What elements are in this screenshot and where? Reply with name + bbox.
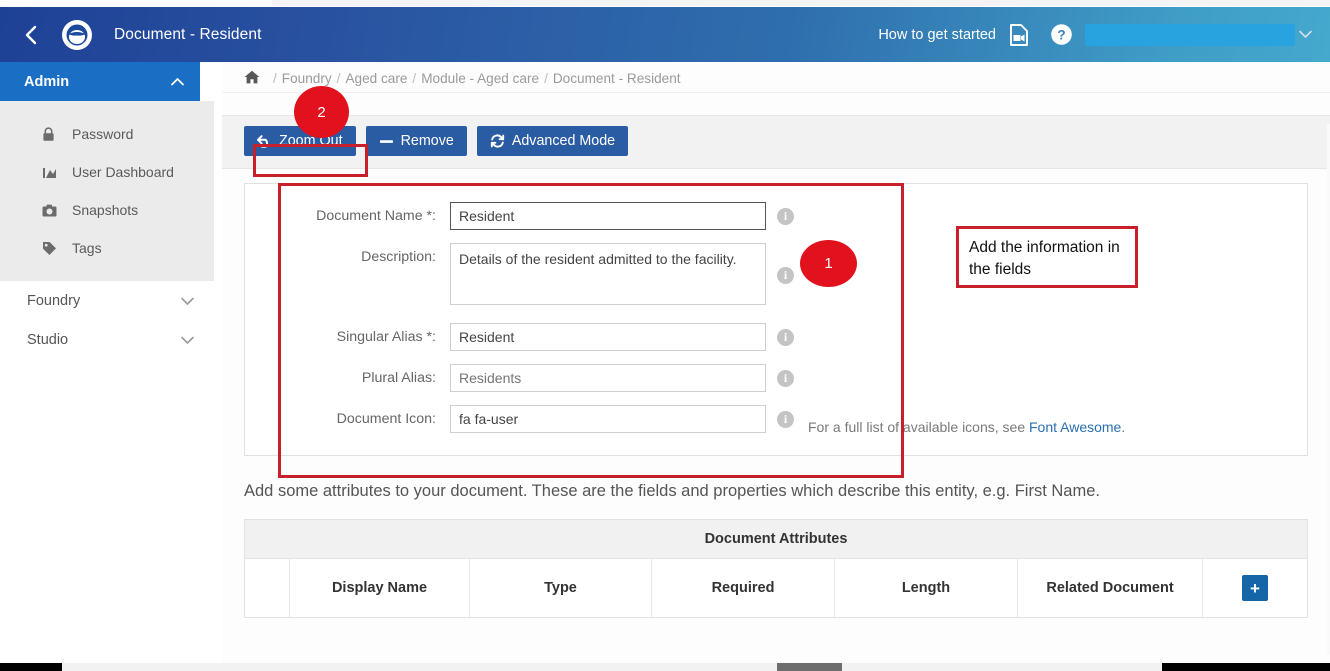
sidebar-group-foundry[interactable]: Foundry xyxy=(0,281,214,320)
main-content: / Foundry / Aged care / Module - Aged ca… xyxy=(222,62,1330,663)
add-attribute-cell: + xyxy=(1203,559,1307,617)
how-to-get-started-link[interactable]: How to get started xyxy=(878,27,996,43)
annotation-callout-add-information: Add the information in the fields xyxy=(956,226,1138,288)
advanced-mode-button[interactable]: Advanced Mode xyxy=(476,126,629,156)
sidebar-group-studio[interactable]: Studio xyxy=(0,320,214,359)
page-title: Document - Resident xyxy=(114,25,262,43)
plus-icon[interactable]: + xyxy=(1242,575,1268,601)
document-attributes-table: Document Attributes Display Name Type Re… xyxy=(244,519,1308,618)
table-header-row: Display Name Type Required Length Relate… xyxy=(245,559,1307,617)
camera-icon xyxy=(42,204,72,217)
column-related-document: Related Document xyxy=(1018,559,1203,617)
description-label: Description: xyxy=(361,249,436,265)
field-row-document-icon: Document Icon: i For a full list of avai… xyxy=(245,405,1307,435)
remove-button-label: Remove xyxy=(400,133,454,149)
singular-alias-label: Singular Alias *: xyxy=(336,329,436,345)
sidebar-item-tags-label: Tags xyxy=(72,240,102,256)
font-awesome-note-suffix: . xyxy=(1121,419,1126,435)
sidebar-item-password[interactable]: Password xyxy=(0,115,214,153)
home-icon[interactable] xyxy=(244,70,260,87)
field-row-singular-alias: Singular Alias *: i xyxy=(245,323,1307,351)
attributes-description: Add some attributes to your document. Th… xyxy=(244,482,1100,500)
field-row-document-name: Document Name *: i xyxy=(245,202,1307,230)
minus-icon xyxy=(379,135,394,148)
svg-text:?: ? xyxy=(1057,27,1065,42)
plural-alias-input[interactable] xyxy=(450,364,766,392)
column-length: Length xyxy=(835,559,1018,617)
document-attributes-title: Document Attributes xyxy=(245,520,1307,559)
font-awesome-note: For a full list of available icons, see … xyxy=(808,419,1125,435)
description-textarea[interactable] xyxy=(450,243,766,305)
info-circle-icon[interactable]: i xyxy=(777,267,794,284)
field-row-plural-alias: Plural Alias: i xyxy=(245,364,1307,392)
sidebar-group-studio-label: Studio xyxy=(27,331,69,348)
breadcrumb-separator: / xyxy=(273,70,277,86)
sidebar-group-admin[interactable]: Admin xyxy=(0,62,200,101)
document-name-label: Document Name *: xyxy=(316,208,436,224)
horizontal-scrollbar-thumb[interactable] xyxy=(777,663,842,671)
app-logo-icon[interactable] xyxy=(62,19,92,50)
breadcrumb: / Foundry / Aged care / Module - Aged ca… xyxy=(222,64,1330,93)
sidebar-admin-submenu: Password User Dashboard Snapshots Tags xyxy=(0,101,214,281)
field-row-description: Description: i xyxy=(245,243,1307,305)
browser-top-strip xyxy=(0,0,1330,7)
sync-refresh-icon xyxy=(490,134,505,148)
font-awesome-link[interactable]: Font Awesome xyxy=(1029,419,1121,435)
back-chevron-icon[interactable] xyxy=(0,24,62,46)
user-menu-chevron-down-icon[interactable] xyxy=(1299,28,1312,42)
singular-alias-input[interactable] xyxy=(450,323,766,351)
info-circle-icon[interactable]: i xyxy=(777,329,794,346)
tag-icon xyxy=(42,241,72,255)
breadcrumb-item-foundry[interactable]: Foundry xyxy=(282,71,332,86)
breadcrumb-item-aged-care[interactable]: Aged care xyxy=(345,71,407,86)
font-awesome-note-prefix: For a full list of available icons, see xyxy=(808,419,1029,435)
info-circle-icon[interactable]: i xyxy=(777,208,794,225)
document-details-card: Document Name *: i Description: i Singul… xyxy=(244,183,1308,456)
question-circle-icon[interactable]: ? xyxy=(1050,23,1073,46)
document-icon-input[interactable] xyxy=(450,405,766,433)
app-root: Document - Resident How to get started ? xyxy=(0,0,1330,671)
breadcrumb-separator: / xyxy=(412,70,417,86)
header-right-group: How to get started ? xyxy=(878,7,1330,62)
select-all-column[interactable] xyxy=(245,559,290,617)
breadcrumb-separator: / xyxy=(336,70,341,86)
annotation-badge-2: 2 xyxy=(294,86,349,138)
app-header: Document - Resident How to get started ? xyxy=(0,7,1330,62)
chevron-down-icon xyxy=(181,333,194,347)
sidebar-group-admin-label: Admin xyxy=(24,73,70,90)
video-file-icon[interactable] xyxy=(1008,23,1032,46)
horizontal-scrollbar-track[interactable] xyxy=(62,663,1162,671)
info-circle-icon[interactable]: i xyxy=(777,411,794,428)
document-icon-label: Document Icon: xyxy=(336,411,436,427)
undo-arrow-icon xyxy=(257,134,272,148)
sidebar-item-password-label: Password xyxy=(72,126,134,142)
sidebar-item-tags[interactable]: Tags xyxy=(0,229,214,267)
document-name-input[interactable] xyxy=(450,202,766,230)
sidebar-item-user-dashboard[interactable]: User Dashboard xyxy=(0,153,214,191)
breadcrumb-item-module-aged-care[interactable]: Module - Aged care xyxy=(421,71,539,86)
advanced-mode-button-label: Advanced Mode xyxy=(511,133,616,149)
chevron-up-icon xyxy=(171,75,184,89)
chevron-down-icon xyxy=(181,294,194,308)
plural-alias-label: Plural Alias: xyxy=(361,370,436,386)
sidebar-group-foundry-label: Foundry xyxy=(27,292,81,309)
action-toolbar: Zoom Out Remove Advanced Mode xyxy=(222,115,1330,169)
lock-icon xyxy=(42,126,72,142)
breadcrumb-item-document-resident[interactable]: Document - Resident xyxy=(553,71,681,86)
annotation-badge-1: 1 xyxy=(800,240,857,287)
chart-area-icon xyxy=(42,165,72,179)
column-type: Type xyxy=(470,559,652,617)
top-strip-grey xyxy=(272,0,1330,6)
column-display-name: Display Name xyxy=(290,559,470,617)
sidebar-item-user-dashboard-label: User Dashboard xyxy=(72,164,174,180)
info-circle-icon[interactable]: i xyxy=(777,370,794,387)
sidebar: Admin Password User Dashboard Snapshots … xyxy=(0,62,222,663)
remove-button[interactable]: Remove xyxy=(365,126,467,156)
breadcrumb-separator: / xyxy=(544,70,548,86)
redacted-username xyxy=(1085,23,1295,46)
column-required: Required xyxy=(652,559,835,617)
sidebar-item-snapshots[interactable]: Snapshots xyxy=(0,191,214,229)
sidebar-item-snapshots-label: Snapshots xyxy=(72,202,139,218)
